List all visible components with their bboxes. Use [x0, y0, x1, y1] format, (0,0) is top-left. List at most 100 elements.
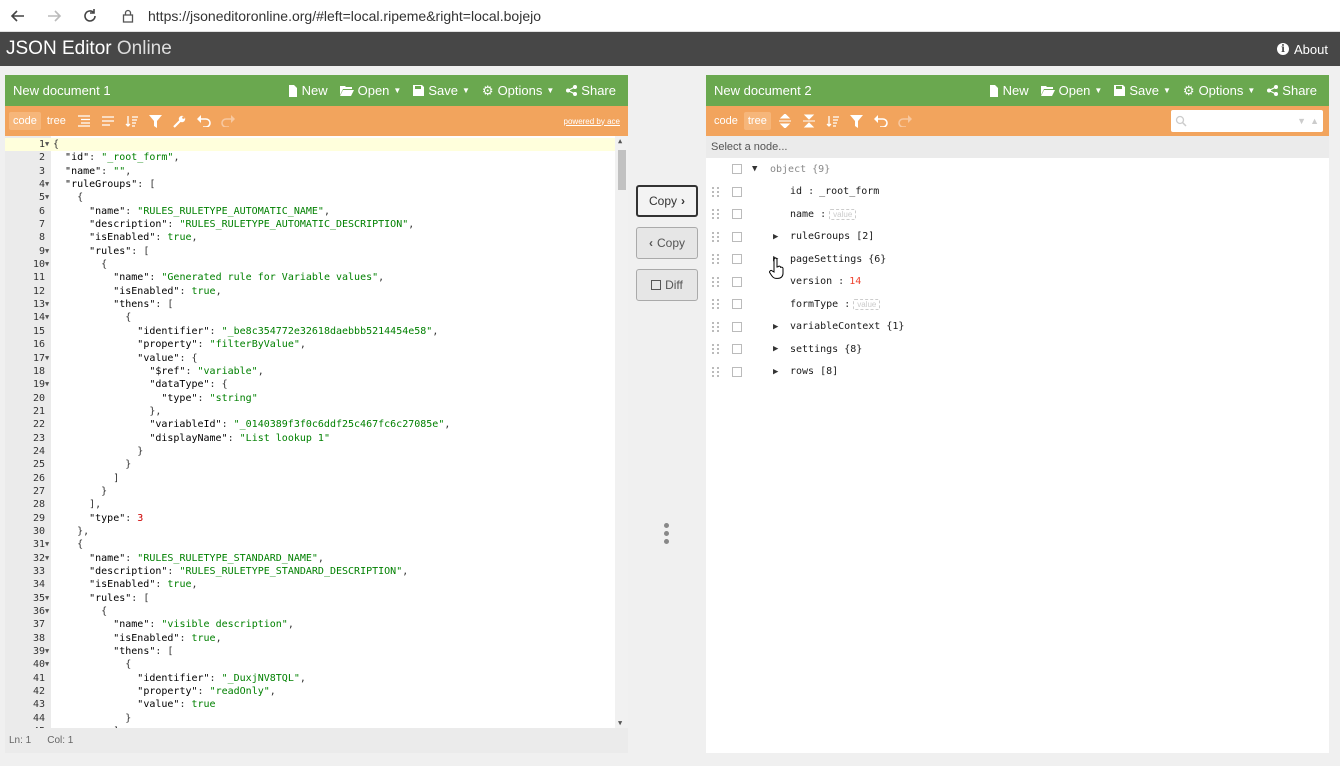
tree-node-key[interactable]: id — [790, 186, 802, 197]
row-select-checkbox[interactable] — [732, 186, 742, 197]
code-line[interactable]: 29 "type": 3 — [5, 512, 615, 525]
expanded-triangle-icon[interactable]: ▼ — [752, 164, 757, 174]
right-new-button[interactable]: New — [989, 83, 1029, 98]
tree-navigation-bar[interactable]: Select a node... — [706, 136, 1329, 158]
code-line[interactable]: 11 "name": "Generated rule for Variable … — [5, 271, 615, 284]
code-line[interactable]: 18 "$ref": "variable", — [5, 365, 615, 378]
drag-handle-icon[interactable] — [712, 321, 720, 332]
left-document-title[interactable]: New document 1 — [13, 83, 288, 98]
tree-node-row[interactable]: ▶ ruleGroups [2] — [706, 226, 1329, 249]
redo-icon[interactable] — [893, 110, 917, 132]
tree-node-row[interactable]: name : value — [706, 203, 1329, 226]
code-line[interactable]: 16 "property": "filterByValue", — [5, 338, 615, 351]
search-previous-icon[interactable]: ▲ — [1310, 116, 1319, 126]
copy-right-button[interactable]: Copy › — [636, 185, 698, 217]
search-next-icon[interactable]: ▼ — [1297, 116, 1306, 126]
code-line[interactable]: 25 } — [5, 458, 615, 471]
code-line[interactable]: 10 ▼ { — [5, 258, 615, 271]
code-line[interactable]: 26 ] — [5, 472, 615, 485]
row-select-checkbox[interactable] — [732, 164, 742, 175]
code-line[interactable]: 41 "identifier": "_DuxjNV8TQL", — [5, 672, 615, 685]
row-select-checkbox[interactable] — [732, 366, 742, 377]
fold-toggle-icon[interactable]: ▼ — [45, 258, 51, 271]
tree-node-value[interactable]: 14 — [849, 276, 861, 287]
filter-icon[interactable] — [845, 110, 869, 132]
code-line[interactable]: 19 ▼ "dataType": { — [5, 378, 615, 391]
drag-handle-icon[interactable] — [712, 231, 720, 242]
tree-node-content[interactable]: version :14 — [790, 276, 861, 287]
code-line[interactable]: 43 "value": true — [5, 698, 615, 711]
format-icon[interactable] — [72, 110, 96, 132]
code-line[interactable]: 20 "type": "string" — [5, 392, 615, 405]
code-line[interactable]: 39 ▼ "thens": [ — [5, 645, 615, 658]
code-line[interactable]: 32 ▼ "name": "RULES_RULETYPE_STANDARD_NAM… — [5, 552, 615, 565]
fold-toggle-icon[interactable]: ▼ — [45, 592, 51, 605]
fold-toggle-icon[interactable]: ▼ — [45, 311, 51, 324]
back-arrow-icon[interactable] — [0, 0, 36, 32]
code-line[interactable]: 42 "property": "readOnly", — [5, 685, 615, 698]
left-open-button[interactable]: Open ▼ — [339, 83, 401, 98]
code-line[interactable]: 17 ▼ "value": { — [5, 352, 615, 365]
reload-icon[interactable] — [72, 0, 108, 32]
row-select-checkbox[interactable] — [732, 254, 742, 265]
fold-toggle-icon[interactable]: ▼ — [45, 605, 51, 618]
row-select-checkbox[interactable] — [732, 276, 742, 287]
code-line[interactable]: 15 "identifier": "_be8c354772e32618daebb… — [5, 325, 615, 338]
compact-icon[interactable] — [96, 110, 120, 132]
code-line[interactable]: 45 ] — [5, 725, 615, 728]
code-line[interactable]: 27 } — [5, 485, 615, 498]
code-line[interactable]: 14 ▼ { — [5, 311, 615, 324]
code-line[interactable]: 13 ▼ "thens": [ — [5, 298, 615, 311]
tree-node-content[interactable]: settings {8} — [790, 344, 862, 355]
tree-node-content[interactable]: variableContext {1} — [790, 321, 904, 332]
code-line[interactable]: 4 ▼ "ruleGroups": [ — [5, 178, 615, 191]
redo-icon[interactable] — [216, 110, 240, 132]
fold-toggle-icon[interactable]: ▼ — [45, 645, 51, 658]
left-save-button[interactable]: Save ▼ — [413, 83, 470, 98]
tree-node-row[interactable]: version :14 — [706, 271, 1329, 294]
collapsed-triangle-icon[interactable]: ▶ — [773, 344, 778, 354]
drag-handle-icon[interactable] — [712, 344, 720, 355]
code-editor[interactable]: 1 ▼{2 "id": "_root_form", 3 "name": "", 4 ▼ … — [5, 136, 628, 728]
tree-node-content[interactable]: name : value — [790, 208, 857, 220]
tree-root-row[interactable]: ▼ object {9} — [706, 158, 1329, 181]
code-line[interactable]: 2 "id": "_root_form", — [5, 151, 615, 164]
code-line[interactable]: 8 "isEnabled": true, — [5, 231, 615, 244]
tree-node-row[interactable]: ▶pageSettings {6} — [706, 248, 1329, 271]
splitter-drag-handle-icon[interactable] — [664, 523, 670, 544]
code-line[interactable]: 31 ▼ { — [5, 538, 615, 551]
code-line[interactable]: 30 }, — [5, 525, 615, 538]
left-options-button[interactable]: ⚙ Options ▼ — [482, 83, 554, 99]
collapse-all-icon[interactable] — [797, 110, 821, 132]
right-open-button[interactable]: Open ▼ — [1040, 83, 1102, 98]
collapsed-triangle-icon[interactable]: ▶ — [773, 232, 778, 242]
code-line[interactable]: 35 ▼ "rules": [ — [5, 592, 615, 605]
collapsed-triangle-icon[interactable]: ▶ — [773, 367, 778, 377]
tree-node-row[interactable]: formType : value — [706, 293, 1329, 316]
filter-icon[interactable] — [144, 110, 168, 132]
code-line[interactable]: 40 ▼ { — [5, 658, 615, 671]
fold-toggle-icon[interactable]: ▼ — [45, 138, 51, 151]
drag-handle-icon[interactable] — [712, 299, 720, 310]
row-select-checkbox[interactable] — [732, 231, 742, 242]
tree-node-content[interactable]: id : _root_form — [790, 186, 879, 197]
right-mode-tree-button[interactable]: tree — [743, 112, 771, 130]
fold-toggle-icon[interactable]: ▼ — [45, 298, 51, 311]
tree-node-content[interactable]: rows [8] — [790, 366, 838, 377]
code-line[interactable]: 5 ▼ { — [5, 191, 615, 204]
right-save-button[interactable]: Save ▼ — [1114, 83, 1171, 98]
code-line[interactable]: 3 "name": "", — [5, 165, 615, 178]
repair-wrench-icon[interactable] — [168, 110, 192, 132]
fold-toggle-icon[interactable]: ▼ — [45, 658, 51, 671]
fold-toggle-icon[interactable]: ▼ — [45, 178, 51, 191]
drag-handle-icon[interactable] — [712, 186, 720, 197]
code-line[interactable]: 1 ▼{ — [5, 138, 615, 152]
tree-node-content[interactable]: ruleGroups [2] — [790, 231, 874, 242]
scroll-down-icon[interactable]: ▼ — [618, 719, 622, 727]
sort-icon[interactable] — [821, 110, 845, 132]
code-line[interactable]: 36 ▼ { — [5, 605, 615, 618]
code-line[interactable]: 28 ], — [5, 498, 615, 511]
code-line[interactable]: 21 }, — [5, 405, 615, 418]
empty-value-field[interactable]: value — [829, 208, 857, 220]
expand-all-icon[interactable] — [773, 110, 797, 132]
